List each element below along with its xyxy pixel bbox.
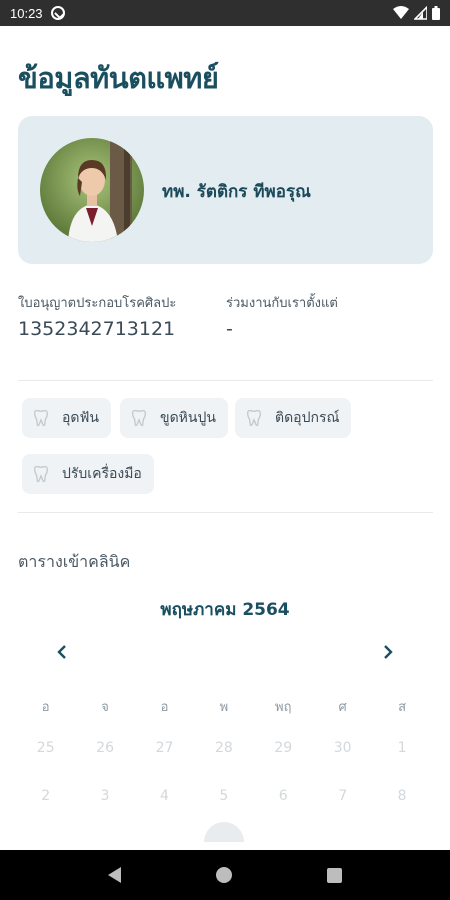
- joined-value: -: [226, 318, 233, 340]
- prev-month-button[interactable]: [50, 640, 74, 664]
- chevron-left-icon: [57, 645, 66, 659]
- home-icon[interactable]: [215, 867, 232, 883]
- weekday-label: ส: [398, 700, 406, 715]
- chip-label: อุดฟัน: [62, 410, 99, 426]
- status-time: 10:23: [10, 5, 43, 21]
- next-month-button[interactable]: [376, 640, 400, 664]
- calendar-day[interactable]: 26: [75, 740, 134, 756]
- system-nav-bar: [0, 850, 450, 900]
- sync-icon: [50, 6, 65, 20]
- chip-label: ติดอุปกรณ์: [275, 410, 340, 426]
- chip-label: ขูดหินปูน: [160, 410, 216, 426]
- scroll-indicator[interactable]: [204, 822, 244, 842]
- signal-icon: [414, 6, 427, 20]
- tooth-icon: [247, 409, 261, 427]
- weekday-label: อ: [160, 700, 169, 715]
- calendar-day[interactable]: 8: [372, 788, 431, 804]
- wifi-icon: [393, 6, 409, 19]
- calendar-day[interactable]: 28: [194, 740, 253, 756]
- tooth-icon: [34, 409, 48, 427]
- divider: [18, 512, 433, 513]
- service-chip-filling[interactable]: อุดฟัน: [22, 398, 111, 438]
- calendar-day[interactable]: 30: [313, 740, 372, 756]
- license-label: ใบอนุญาตประกอบโรคศิลปะ: [18, 296, 177, 311]
- weekday-label: พฤ: [275, 700, 292, 715]
- service-chip-braces[interactable]: ติดอุปกรณ์: [235, 398, 352, 438]
- status-bar: 10:23: [0, 0, 450, 26]
- dentist-profile-card: ทพ. รัตติกร ทีพอรุณ: [18, 116, 433, 264]
- weekday-label: ศ: [338, 700, 347, 715]
- recent-apps-icon[interactable]: [327, 867, 343, 883]
- calendar-day[interactable]: 27: [135, 740, 194, 756]
- weekday-label: อ: [41, 700, 50, 715]
- page-title: ข้อมูลทันตแพทย์: [18, 61, 219, 95]
- tooth-icon: [132, 409, 146, 427]
- calendar-day[interactable]: 2: [16, 788, 75, 804]
- schedule-section-label: ตารางเข้าคลินิค: [18, 552, 131, 571]
- service-chip-adjust[interactable]: ปรับเครื่องมือ: [22, 454, 154, 494]
- avatar: [40, 138, 144, 242]
- service-chip-scaling[interactable]: ขูดหินปูน: [120, 398, 228, 438]
- calendar-day[interactable]: 5: [194, 788, 253, 804]
- calendar-week-row: 2 3 4 5 6 7 8: [16, 788, 432, 804]
- calendar-day[interactable]: 29: [254, 740, 313, 756]
- calendar-week-row: 25 26 27 28 29 30 1: [16, 740, 432, 756]
- calendar-day[interactable]: 3: [75, 788, 134, 804]
- calendar-day[interactable]: 7: [313, 788, 372, 804]
- back-icon[interactable]: [107, 867, 121, 883]
- calendar-day[interactable]: 6: [254, 788, 313, 804]
- calendar-day[interactable]: 4: [135, 788, 194, 804]
- battery-icon: [432, 6, 440, 20]
- calendar-day[interactable]: 1: [372, 740, 431, 756]
- chip-label: ปรับเครื่องมือ: [62, 466, 142, 482]
- calendar-month-title: พฤษภาคม 2564: [160, 600, 290, 620]
- tooth-icon: [34, 465, 48, 483]
- license-value: 1352342713121: [18, 318, 176, 340]
- weekday-label: จ: [101, 700, 109, 715]
- chevron-right-icon: [384, 645, 393, 659]
- calendar-weekday-header: อ จ อ พ พฤ ศ ส: [16, 696, 432, 717]
- calendar-day[interactable]: 25: [16, 740, 75, 756]
- doctor-name: ทพ. รัตติกร ทีพอรุณ: [162, 182, 311, 202]
- weekday-label: พ: [219, 700, 229, 715]
- joined-label: ร่วมงานกับเราตั้งแต่: [226, 296, 338, 311]
- divider: [18, 380, 433, 381]
